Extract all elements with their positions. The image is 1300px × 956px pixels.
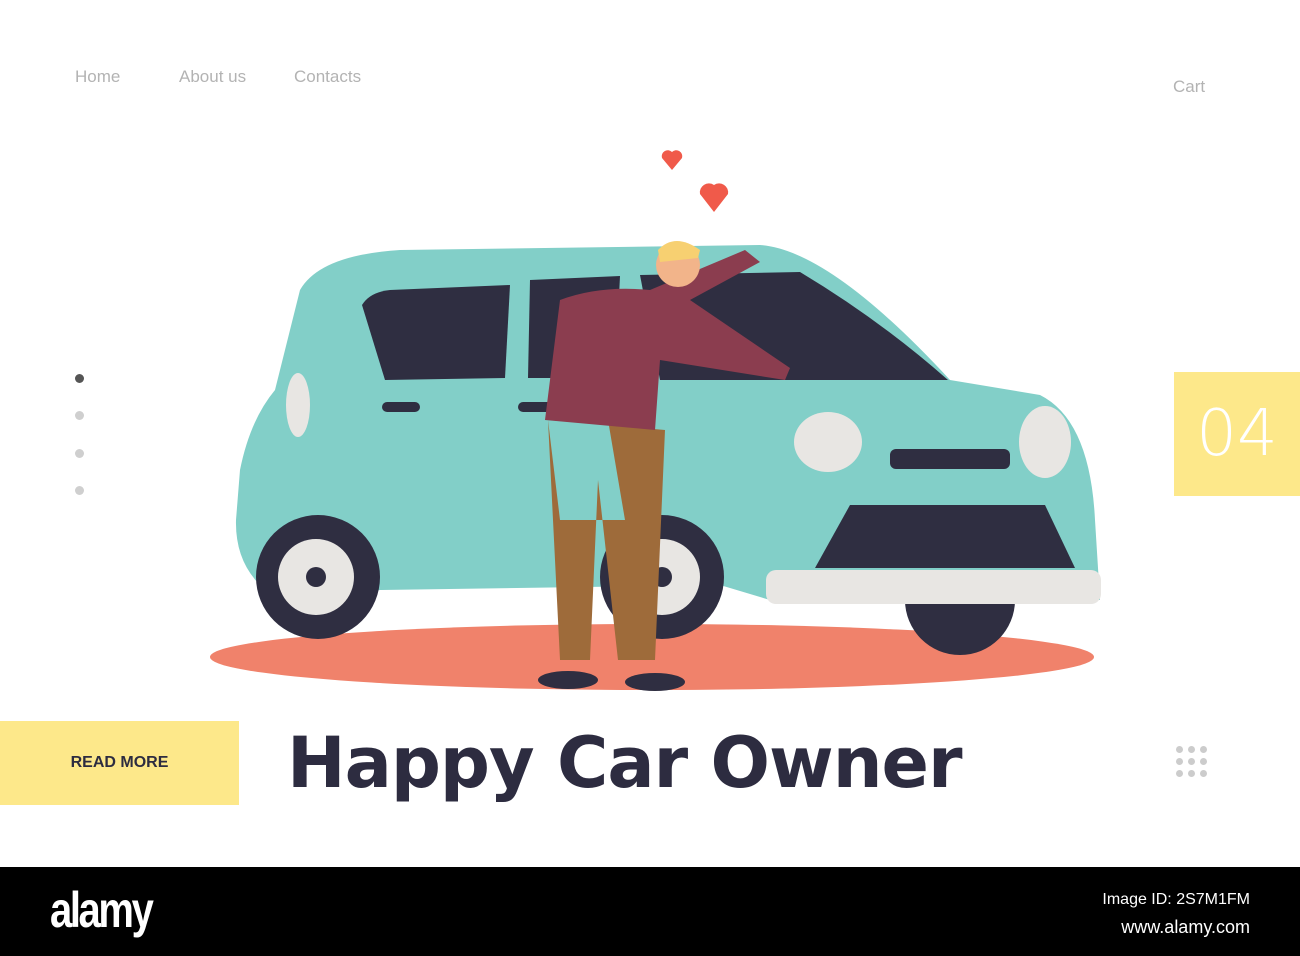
alamy-logo: alamy <box>50 882 154 938</box>
heart-icon <box>661 150 683 170</box>
page-title: Happy Car Owner <box>287 722 963 804</box>
read-more-button[interactable]: READ MORE <box>0 721 239 805</box>
heart-icon <box>699 183 729 212</box>
headlight <box>794 412 862 472</box>
site-url: www.alamy.com <box>1121 917 1250 937</box>
grid-menu-icon[interactable] <box>1176 746 1208 778</box>
bumper <box>766 570 1101 604</box>
footer-bar: alamy Image ID: 2S7M1FM www.alamy.com <box>0 867 1300 956</box>
headlight <box>1019 406 1071 478</box>
rear-wheel <box>256 515 380 639</box>
grille <box>890 449 1010 469</box>
car-window <box>362 285 510 380</box>
slide-number: 04 <box>1174 372 1300 496</box>
bumper-intake <box>815 505 1075 568</box>
image-id: Image ID: 2S7M1FM <box>1102 891 1250 908</box>
